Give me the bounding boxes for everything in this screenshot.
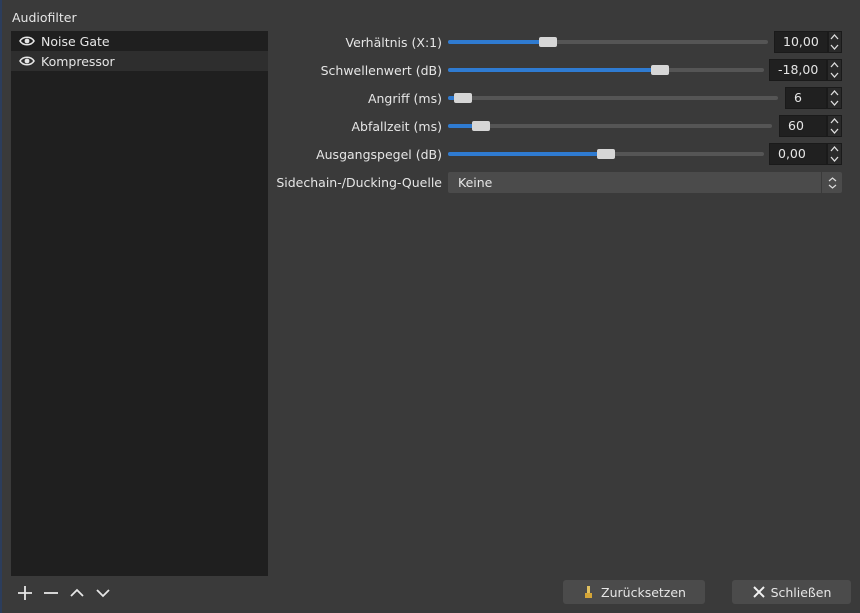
remove-icon[interactable] xyxy=(38,583,64,603)
chevron-down-icon[interactable] xyxy=(829,42,841,52)
output-gain-spinbox[interactable]: 0,00 xyxy=(769,143,842,165)
threshold-slider[interactable] xyxy=(448,58,764,82)
output-gain-label: Ausgangspegel (dB) xyxy=(316,147,442,162)
release-value[interactable]: 60 xyxy=(779,115,827,137)
move-up-icon[interactable] xyxy=(64,583,90,603)
spinbox-arrows[interactable] xyxy=(827,143,842,165)
filter-item-noise-gate[interactable]: Noise Gate xyxy=(11,31,268,51)
attack-label: Angriff (ms) xyxy=(367,91,442,106)
output-gain-value[interactable]: 0,00 xyxy=(769,143,827,165)
release-spinbox[interactable]: 60 xyxy=(779,115,842,137)
attack-spinbox[interactable]: 6 xyxy=(785,87,842,109)
reset-label: Zurücksetzen xyxy=(601,584,686,600)
ratio-value[interactable]: 10,00 xyxy=(774,31,828,53)
slider-track xyxy=(448,96,778,100)
release-label: Abfallzeit (ms) xyxy=(351,119,442,134)
ratio-label: Verhältnis (X:1) xyxy=(345,35,442,50)
attack-slider[interactable] xyxy=(448,86,778,110)
chevron-down-icon[interactable] xyxy=(828,70,841,80)
slider-fill xyxy=(448,124,474,128)
slider-thumb[interactable] xyxy=(538,37,557,47)
threshold-value[interactable]: -18,00 xyxy=(769,59,828,81)
ratio-spinbox[interactable]: 10,00 xyxy=(774,31,842,53)
threshold-label: Schwellenwert (dB) xyxy=(320,63,442,78)
filter-list-actions xyxy=(12,583,116,603)
slider-thumb[interactable] xyxy=(454,93,473,103)
chevron-up-icon[interactable] xyxy=(829,32,841,42)
release-slider[interactable] xyxy=(448,114,772,138)
spinbox-arrows[interactable] xyxy=(827,115,842,137)
slider-thumb[interactable] xyxy=(597,149,615,159)
output-gain-slider[interactable] xyxy=(448,142,764,166)
close-icon xyxy=(752,585,766,599)
close-label: Schließen xyxy=(770,584,832,600)
sidechain-value: Keine xyxy=(458,175,493,190)
threshold-row: Schwellenwert (dB) xyxy=(276,59,442,83)
spinbox-arrows[interactable] xyxy=(827,31,842,53)
slider-fill xyxy=(448,68,663,72)
slider-thumb[interactable] xyxy=(650,65,669,75)
slider-fill xyxy=(448,152,606,156)
slider-track xyxy=(448,124,772,128)
release-row: Abfallzeit (ms) xyxy=(276,115,442,139)
filter-item-kompressor[interactable]: Kompressor xyxy=(11,51,268,71)
chevron-up-icon[interactable] xyxy=(828,116,841,126)
output-gain-row: Ausgangspegel (dB) xyxy=(276,143,442,167)
chevron-down-icon[interactable] xyxy=(828,154,841,164)
threshold-spinbox[interactable]: -18,00 xyxy=(769,59,842,81)
slider-thumb[interactable] xyxy=(472,121,491,131)
chevron-up-icon[interactable] xyxy=(828,88,841,98)
attack-row: Angriff (ms) xyxy=(276,87,442,111)
eye-icon[interactable] xyxy=(19,35,35,47)
chevron-down-icon[interactable] xyxy=(828,98,841,108)
sidechain-row: Sidechain-/Ducking-Quelle xyxy=(276,171,442,195)
eye-icon[interactable] xyxy=(19,55,35,67)
chevron-up-icon[interactable] xyxy=(828,144,841,154)
reset-button[interactable]: Zurücksetzen xyxy=(563,580,705,604)
close-button[interactable]: Schließen xyxy=(732,580,851,604)
broom-icon xyxy=(582,585,596,599)
sidechain-label: Sidechain-/Ducking-Quelle xyxy=(276,175,442,190)
ratio-slider[interactable] xyxy=(448,30,768,54)
attack-value[interactable]: 6 xyxy=(785,87,827,109)
panel-title: Audiofilter xyxy=(12,10,77,25)
move-down-icon[interactable] xyxy=(90,583,116,603)
filter-label: Kompressor xyxy=(41,53,115,69)
slider-fill xyxy=(448,40,544,44)
window-edge xyxy=(0,0,2,613)
updown-arrow-icon[interactable] xyxy=(821,172,842,193)
filter-list[interactable]: Noise Gate Kompressor xyxy=(11,31,268,576)
chevron-down-icon[interactable] xyxy=(828,126,841,136)
spinbox-arrows[interactable] xyxy=(827,87,842,109)
spinbox-arrows[interactable] xyxy=(827,59,842,81)
ratio-row: Verhältnis (X:1) xyxy=(276,31,442,55)
chevron-up-icon[interactable] xyxy=(828,60,841,70)
add-icon[interactable] xyxy=(12,583,38,603)
sidechain-select[interactable]: Keine xyxy=(448,172,842,193)
filter-label: Noise Gate xyxy=(41,33,110,49)
